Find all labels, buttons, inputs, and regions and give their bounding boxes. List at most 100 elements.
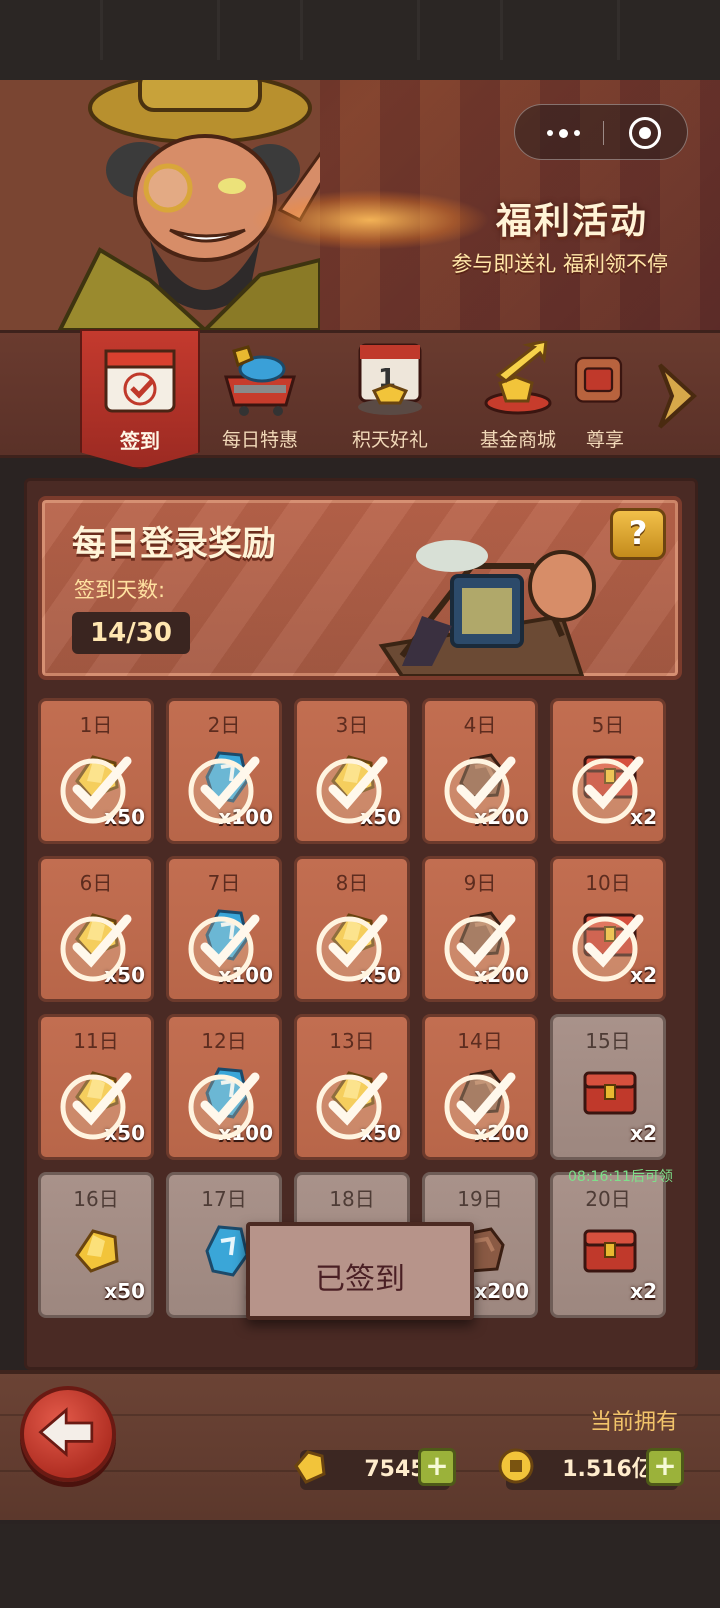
- day-reward-cell[interactable]: 20日 x2: [550, 1172, 666, 1318]
- claimed-check-icon: [188, 1072, 260, 1140]
- tab-accumulated-gifts[interactable]: 1 积天好礼: [330, 333, 450, 461]
- claimed-check-icon: [60, 756, 132, 824]
- next-claim-countdown: 08:16:11后可领: [568, 1169, 673, 1185]
- blue-gem-icon: [205, 1225, 249, 1277]
- miniprogram-capsule: [514, 104, 688, 160]
- day-label: 15日: [585, 1029, 631, 1053]
- day-label: 18日: [329, 1187, 375, 1211]
- day-reward-cell[interactable]: 14日 x200: [422, 1014, 538, 1160]
- day-label: 11日: [73, 1029, 119, 1053]
- day-reward-cell[interactable]: 4日 x200: [422, 698, 538, 844]
- day-reward-cell[interactable]: 2日 x100: [166, 698, 282, 844]
- faded-header-mark: [300, 0, 420, 60]
- day-label: 16日: [73, 1187, 119, 1211]
- day-label: 19日: [457, 1187, 503, 1211]
- tab-label: 签到: [120, 429, 160, 453]
- day-label: 4日: [463, 713, 497, 737]
- day-reward-cell[interactable]: 15日 x2: [550, 1014, 666, 1160]
- close-miniprogram-icon[interactable]: [629, 117, 661, 149]
- currently-owned-label: 当前拥有: [589, 1410, 678, 1435]
- calendar-gold-icon: 1: [358, 343, 422, 415]
- day-reward-cell[interactable]: 1日 x50: [38, 698, 154, 844]
- day-label: 8日: [335, 871, 369, 895]
- claimed-check-icon: [444, 1072, 516, 1140]
- sign-in-days-label: 签到天数:: [74, 578, 166, 602]
- day-reward-cell[interactable]: 5日 x2: [550, 698, 666, 844]
- tab-sign-in[interactable]: 签到: [80, 329, 200, 469]
- day-label: 17日: [201, 1187, 247, 1211]
- app-root: 福利活动 参与即送礼 福利领不停 签到 每日特惠 1 积天好礼 基金商城 尊享 …: [0, 0, 720, 1608]
- day-reward-cell[interactable]: 13日 x50: [294, 1014, 410, 1160]
- arrow-left-icon: [38, 1407, 94, 1458]
- shopping-cart-icon: [224, 345, 296, 416]
- reward-quantity: x200: [474, 1279, 529, 1303]
- day-reward-cell[interactable]: 11日 x50: [38, 1014, 154, 1160]
- tab-vip[interactable]: 尊享: [560, 333, 650, 461]
- claimed-check-icon: [572, 914, 644, 982]
- day-label: 10日: [585, 871, 631, 895]
- vip-icon: [574, 356, 623, 403]
- day-label: 2日: [207, 713, 241, 737]
- tab-label: 每日特惠: [221, 429, 298, 451]
- claimed-check-icon: [444, 914, 516, 982]
- activity-tab-bar: 签到 每日特惠 1 积天好礼 基金商城 尊享: [0, 329, 720, 469]
- back-button[interactable]: [20, 1386, 116, 1482]
- coin-balance: 1.516亿 +: [498, 1448, 684, 1490]
- day-reward-cell[interactable]: 12日 x100: [166, 1014, 282, 1160]
- day-reward-cell[interactable]: 6日 x50: [38, 856, 154, 1002]
- day-label: 12日: [201, 1029, 247, 1053]
- day-reward-cell[interactable]: 8日 x50: [294, 856, 410, 1002]
- gold-arrow-icon: [484, 341, 552, 415]
- add-coin-button[interactable]: +: [646, 1448, 684, 1486]
- day-label: 9日: [463, 871, 497, 895]
- tab-label: 尊享: [585, 429, 624, 451]
- reward-quantity: x2: [630, 1121, 657, 1145]
- day-label: 1日: [79, 713, 113, 737]
- banner-title: 福利活动: [495, 201, 648, 242]
- more-menu-icon[interactable]: [539, 123, 587, 143]
- add-gold-button[interactable]: +: [418, 1448, 456, 1486]
- day-reward-cell[interactable]: 16日 x50: [38, 1172, 154, 1318]
- claimed-check-icon: [188, 756, 260, 824]
- daily-login-reward-header: 每日登录奖励 签到天数: 14/30 ?: [38, 496, 682, 680]
- faded-header-mark: [500, 0, 620, 60]
- gold-ingot-icon: [75, 1229, 119, 1273]
- day-reward-cell[interactable]: 9日 x200: [422, 856, 538, 1002]
- calendar-check-icon: [104, 349, 176, 413]
- system-nav-area: [0, 1524, 720, 1608]
- banner-subtitle: 参与即送礼 福利领不停: [451, 252, 668, 276]
- day-label: 3日: [335, 713, 369, 737]
- day-label: 7日: [207, 871, 241, 895]
- tab-daily-deals[interactable]: 每日特惠: [200, 333, 320, 461]
- coin-icon: [498, 1448, 534, 1484]
- day-reward-cell[interactable]: 3日 x50: [294, 698, 410, 844]
- help-button[interactable]: ?: [610, 508, 666, 560]
- claimed-check-icon: [60, 914, 132, 982]
- claimed-check-icon: [188, 914, 260, 982]
- claimed-check-icon: [316, 1072, 388, 1140]
- reward-quantity: x50: [104, 1279, 145, 1303]
- claimed-check-icon: [316, 914, 388, 982]
- day-label: 20日: [585, 1187, 631, 1211]
- toast-text: 已签到: [315, 1262, 405, 1297]
- gold-ingot-icon: [294, 1450, 326, 1484]
- day-label: 14日: [457, 1029, 503, 1053]
- chest-glow: [250, 190, 490, 250]
- capsule-divider: [603, 121, 604, 145]
- chevron-right-icon[interactable]: [650, 357, 704, 435]
- day-label: 6日: [79, 871, 113, 895]
- claimed-check-icon: [316, 756, 388, 824]
- day-label: 13日: [329, 1029, 375, 1053]
- day-label: 5日: [591, 713, 625, 737]
- sign-in-days-count: 14/30: [72, 612, 190, 654]
- red-chest-icon: [583, 1071, 637, 1115]
- hero-title: 每日登录奖励: [72, 524, 276, 564]
- tab-label: 积天好礼: [351, 429, 428, 451]
- status-area: [0, 0, 720, 80]
- day-reward-cell[interactable]: 7日 x100: [166, 856, 282, 1002]
- signed-in-toast: 已签到: [246, 1222, 474, 1320]
- red-chest-icon: [583, 1229, 637, 1273]
- day-reward-cell[interactable]: 10日 x2: [550, 856, 666, 1002]
- faded-header-mark: [100, 0, 220, 60]
- claimed-check-icon: [444, 756, 516, 824]
